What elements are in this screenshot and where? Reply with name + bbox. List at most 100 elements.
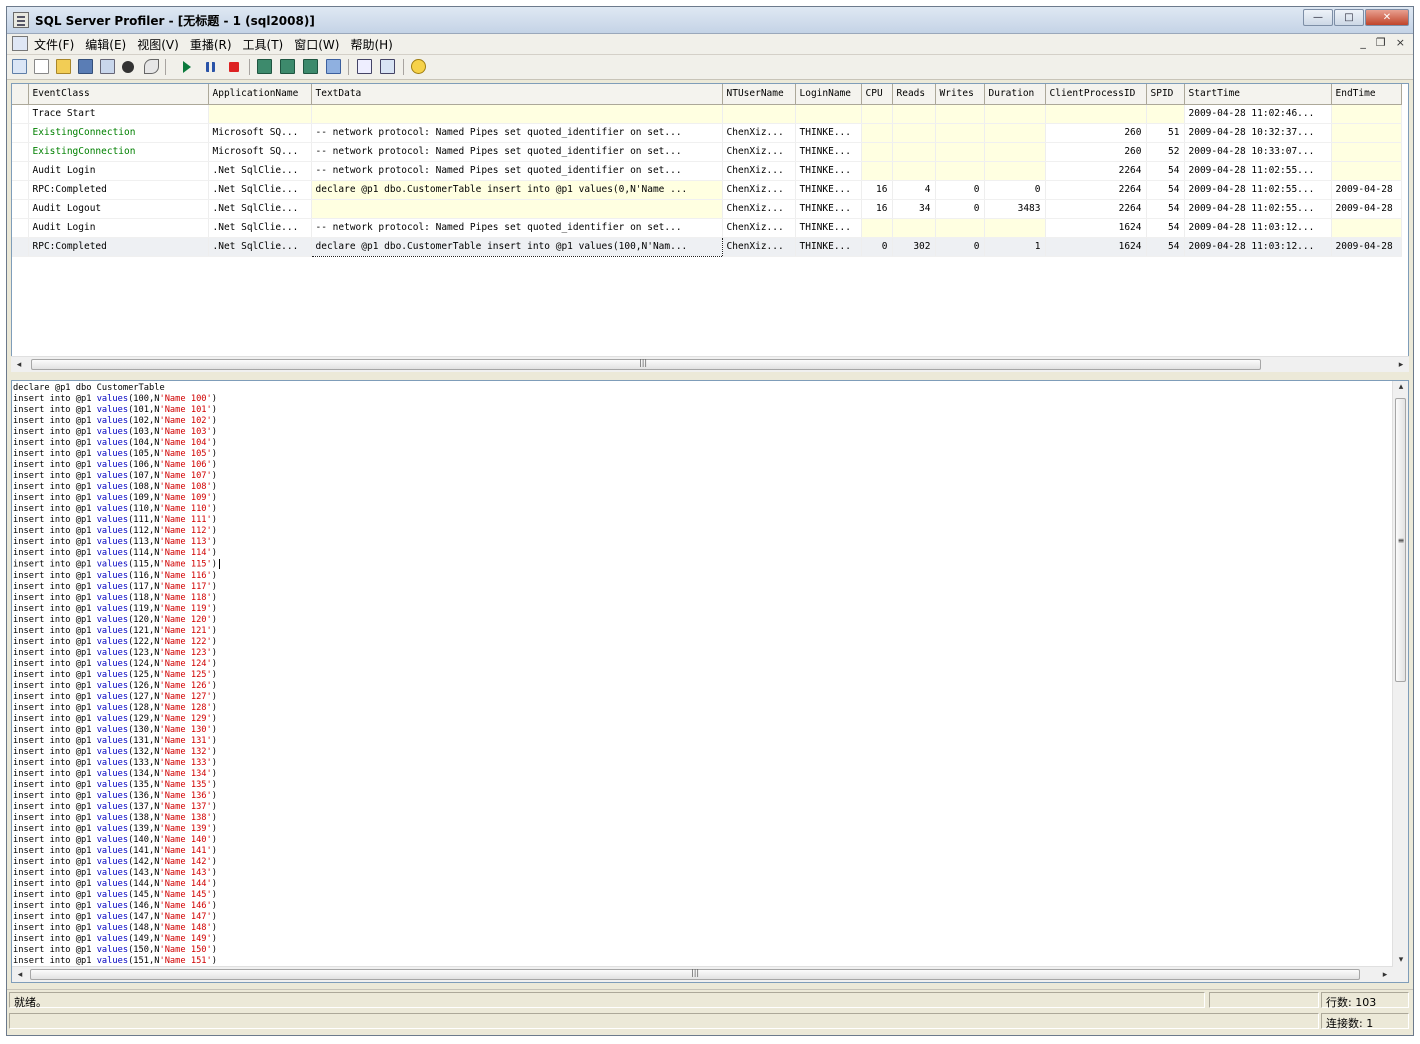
cell-cpu[interactable] [861,123,893,143]
performance-monitor-icon[interactable] [357,59,372,74]
mdi-close-button[interactable]: × [1396,36,1405,49]
cell-writes[interactable]: 0 [935,199,985,219]
cell-loginname[interactable]: THINKE... [795,180,862,200]
cell-reads[interactable] [892,123,936,143]
cell-writes[interactable] [935,142,985,162]
cell-duration[interactable] [984,161,1046,181]
new-trace-icon[interactable] [34,59,49,74]
open-icon[interactable] [56,59,71,74]
grid-scroll-thumb[interactable]: ||| [31,358,1261,370]
cell-eventclass[interactable]: Audit Login [28,218,209,238]
cell-endtime[interactable]: 2009-04-28 [1331,237,1402,257]
cell-clientprocessid[interactable] [1045,104,1147,124]
cell-loginname[interactable]: THINKE... [795,123,862,143]
go-to-cursor-icon[interactable] [326,59,341,74]
mdi-restore-button[interactable]: ❐ [1376,36,1386,49]
cell-writes[interactable] [935,123,985,143]
cell-endtime[interactable] [1331,218,1402,238]
cell-duration[interactable] [984,218,1046,238]
header-textdata[interactable]: TextData [311,84,723,105]
cell-textdata[interactable] [311,199,723,219]
textdata-pane[interactable]: declare @p1 dbo CustomerTable insert into… [11,380,1409,983]
trace-row[interactable]: Audit Login .Net SqlClie... -- network pro… [12,218,1402,238]
text-horizontal-scrollbar[interactable]: ◂ ||| ▸ [12,966,1393,982]
cell-clientprocessid[interactable]: 2264 [1045,180,1147,200]
cell-starttime[interactable]: 2009-04-28 10:33:07... [1184,142,1332,162]
text-hscroll-thumb[interactable]: ||| [30,968,1360,980]
cell-clientprocessid[interactable]: 1624 [1045,218,1147,238]
scroll-up-icon[interactable]: ▴ [1394,382,1408,392]
cell-starttime[interactable]: 2009-04-28 11:03:12... [1184,218,1332,238]
header-starttime[interactable]: StartTime [1184,84,1332,105]
cell-endtime[interactable]: 2009-04-28 [1331,180,1402,200]
cell-textdata[interactable]: -- network protocol: Named Pipes set quo… [311,218,723,238]
trace-row[interactable]: ExistingConnection Microsoft SQ... -- netw… [12,123,1402,143]
cell-reads[interactable] [892,104,936,124]
header-reads[interactable]: Reads [892,84,936,105]
cell-loginname[interactable]: THINKE... [795,161,862,181]
header-duration[interactable]: Duration [984,84,1046,105]
header-clientprocessid[interactable]: ClientProcessID [1045,84,1147,105]
text-vertical-scrollbar[interactable]: ▴ ≡ ▾ [1392,381,1408,982]
cell-textdata[interactable]: -- network protocol: Named Pipes set quo… [311,123,723,143]
trace-row[interactable]: Audit Logout .Net SqlClie... ChenXiz... THI… [12,199,1402,219]
cell-ntusername[interactable]: ChenXiz... [722,237,796,257]
menu-view[interactable]: 视图(V) [137,36,179,53]
row-selector[interactable] [12,218,29,238]
row-selector[interactable] [12,199,29,219]
trace-row[interactable]: Trace Start 2009-04-28 11:02:46... [12,104,1402,124]
cell-duration[interactable] [984,104,1046,124]
cell-spid[interactable]: 51 [1146,123,1185,143]
cell-cpu[interactable]: 0 [861,237,893,257]
scroll-right-icon[interactable]: ▸ [1394,358,1408,372]
restore-button[interactable]: □ [1334,9,1364,26]
cell-eventclass[interactable]: RPC:Completed [28,237,209,257]
activity-monitor-icon[interactable] [380,59,395,74]
row-selector[interactable] [12,180,29,200]
menu-window[interactable]: 窗口(W) [294,36,339,53]
scroll-down-icon[interactable]: ▾ [1394,955,1408,965]
cell-eventclass[interactable]: Trace Start [28,104,209,124]
cell-loginname[interactable]: THINKE... [795,199,862,219]
cell-ntusername[interactable]: ChenXiz... [722,199,796,219]
cell-starttime[interactable]: 2009-04-28 11:03:12... [1184,237,1332,257]
cell-eventclass[interactable]: RPC:Completed [28,180,209,200]
cell-writes[interactable]: 0 [935,180,985,200]
save-icon[interactable] [78,59,93,74]
cell-applicationname[interactable]: Microsoft SQ... [208,142,312,162]
cell-spid[interactable]: 54 [1146,180,1185,200]
document-icon[interactable] [12,36,28,51]
cell-applicationname[interactable] [208,104,312,124]
menu-edit[interactable]: 编辑(E) [85,36,126,53]
cell-ntusername[interactable]: ChenXiz... [722,218,796,238]
row-selector[interactable] [12,237,29,257]
run-icon[interactable] [183,61,191,73]
trace-row[interactable]: RPC:Completed .Net SqlClie... declare @p1 … [12,180,1402,200]
cell-duration[interactable] [984,123,1046,143]
cell-duration[interactable]: 3483 [984,199,1046,219]
cell-ntusername[interactable]: ChenXiz... [722,142,796,162]
cell-textdata[interactable]: -- network protocol: Named Pipes set quo… [311,161,723,181]
minimize-button[interactable]: — [1303,9,1333,26]
cell-loginname[interactable]: THINKE... [795,237,862,257]
cell-ntusername[interactable]: ChenXiz... [722,123,796,143]
header-applicationname[interactable]: ApplicationName [208,84,312,105]
trace-row[interactable]: ExistingConnection Microsoft SQ... -- netw… [12,142,1402,162]
cell-starttime[interactable]: 2009-04-28 11:02:55... [1184,199,1332,219]
header-cpu[interactable]: CPU [861,84,893,105]
cell-reads[interactable]: 302 [892,237,936,257]
cell-cpu[interactable] [861,104,893,124]
cell-writes[interactable]: 0 [935,237,985,257]
cell-starttime[interactable]: 2009-04-28 11:02:46... [1184,104,1332,124]
cell-clientprocessid[interactable]: 2264 [1045,161,1147,181]
cell-clientprocessid[interactable]: 2264 [1045,199,1147,219]
cell-reads[interactable] [892,142,936,162]
row-selector[interactable] [12,142,29,162]
cell-endtime[interactable]: 2009-04-28 [1331,199,1402,219]
cell-cpu[interactable]: 16 [861,180,893,200]
cell-cpu[interactable] [861,142,893,162]
cell-eventclass[interactable]: Audit Logout [28,199,209,219]
scroll-right-icon[interactable]: ▸ [1378,968,1392,982]
cell-reads[interactable] [892,218,936,238]
cell-reads[interactable]: 4 [892,180,936,200]
